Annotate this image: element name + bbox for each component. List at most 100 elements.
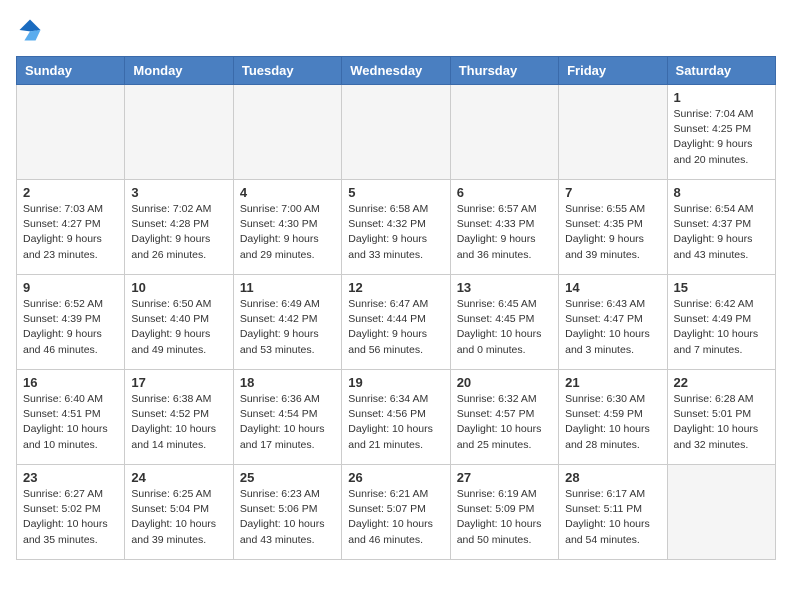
day-number: 6: [457, 185, 552, 200]
day-cell: 7Sunrise: 6:55 AM Sunset: 4:35 PM Daylig…: [559, 180, 667, 275]
day-number: 24: [131, 470, 226, 485]
day-number: 2: [23, 185, 118, 200]
day-number: 19: [348, 375, 443, 390]
day-cell: 5 Sunrise: 6:58 AM Sunset: 4:32 PM Daylig…: [342, 180, 450, 275]
day-number: 1: [674, 90, 769, 105]
day-cell: [342, 85, 450, 180]
day-info: Sunrise: 6:21 AM Sunset: 5:07 PM Dayligh…: [348, 487, 443, 548]
day-number: 23: [23, 470, 118, 485]
day-cell: 19 Sunrise: 6:34 AM Sunset: 4:56 PM Dayli…: [342, 370, 450, 465]
day-number: 11: [240, 280, 335, 295]
logo-icon: [16, 16, 44, 44]
col-header-sunday: Sunday: [17, 57, 125, 85]
day-cell: 26Sunrise: 6:21 AM Sunset: 5:07 PM Dayli…: [342, 465, 450, 560]
day-info: Sunrise: 7:04 AM Sunset: 4:25 PM Dayligh…: [674, 107, 769, 168]
day-cell: 13 Sunrise: 6:45 AM Sunset: 4:45 PM Dayli…: [450, 275, 558, 370]
day-info: Sunrise: 7:02 AM Sunset: 4:28 PM Dayligh…: [131, 202, 226, 263]
day-info: Sunrise: 6:32 AM Sunset: 4:57 PM Dayligh…: [457, 392, 552, 453]
day-info: Sunrise: 6:52 AM Sunset: 4:39 PM Dayligh…: [23, 297, 118, 358]
week-row-3: 9 Sunrise: 6:52 AM Sunset: 4:39 PM Daylig…: [17, 275, 776, 370]
day-info: Sunrise: 6:40 AM Sunset: 4:51 PM Dayligh…: [23, 392, 118, 453]
day-info: Sunrise: 6:28 AM Sunset: 5:01 PM Dayligh…: [674, 392, 769, 453]
day-number: 8: [674, 185, 769, 200]
day-cell: 18 Sunrise: 6:36 AM Sunset: 4:54 PM Dayli…: [233, 370, 341, 465]
calendar-header-row: SundayMondayTuesdayWednesdayThursdayFrid…: [17, 57, 776, 85]
day-cell: 16 Sunrise: 6:40 AM Sunset: 4:51 PM Dayli…: [17, 370, 125, 465]
day-cell: 25 Sunrise: 6:23 AM Sunset: 5:06 PM Dayli…: [233, 465, 341, 560]
col-header-wednesday: Wednesday: [342, 57, 450, 85]
day-info: Sunrise: 6:25 AM Sunset: 5:04 PM Dayligh…: [131, 487, 226, 548]
day-cell: 12 Sunrise: 6:47 AM Sunset: 4:44 PM Dayli…: [342, 275, 450, 370]
col-header-thursday: Thursday: [450, 57, 558, 85]
day-cell: 15 Sunrise: 6:42 AM Sunset: 4:49 PM Dayli…: [667, 275, 775, 370]
day-info: Sunrise: 6:47 AM Sunset: 4:44 PM Dayligh…: [348, 297, 443, 358]
day-info: Sunrise: 6:17 AM Sunset: 5:11 PM Dayligh…: [565, 487, 660, 548]
day-cell: 27 Sunrise: 6:19 AM Sunset: 5:09 PM Dayli…: [450, 465, 558, 560]
col-header-tuesday: Tuesday: [233, 57, 341, 85]
day-cell: 1 Sunrise: 7:04 AM Sunset: 4:25 PM Daylig…: [667, 85, 775, 180]
day-number: 20: [457, 375, 552, 390]
col-header-saturday: Saturday: [667, 57, 775, 85]
day-number: 4: [240, 185, 335, 200]
day-info: Sunrise: 6:42 AM Sunset: 4:49 PM Dayligh…: [674, 297, 769, 358]
day-number: 13: [457, 280, 552, 295]
day-number: 9: [23, 280, 118, 295]
day-cell: 21 Sunrise: 6:30 AM Sunset: 4:59 PM Dayli…: [559, 370, 667, 465]
day-number: 12: [348, 280, 443, 295]
day-cell: 3 Sunrise: 7:02 AM Sunset: 4:28 PM Daylig…: [125, 180, 233, 275]
day-number: 21: [565, 375, 660, 390]
day-info: Sunrise: 6:19 AM Sunset: 5:09 PM Dayligh…: [457, 487, 552, 548]
day-info: Sunrise: 7:03 AM Sunset: 4:27 PM Dayligh…: [23, 202, 118, 263]
day-cell: 14 Sunrise: 6:43 AM Sunset: 4:47 PM Dayli…: [559, 275, 667, 370]
day-number: 5: [348, 185, 443, 200]
day-info: Sunrise: 6:43 AM Sunset: 4:47 PM Dayligh…: [565, 297, 660, 358]
calendar-table: SundayMondayTuesdayWednesdayThursdayFrid…: [16, 56, 776, 560]
day-number: 7: [565, 185, 660, 200]
day-cell: 2 Sunrise: 7:03 AM Sunset: 4:27 PM Daylig…: [17, 180, 125, 275]
col-header-friday: Friday: [559, 57, 667, 85]
day-cell: 20 Sunrise: 6:32 AM Sunset: 4:57 PM Dayli…: [450, 370, 558, 465]
day-number: 28: [565, 470, 660, 485]
day-cell: [559, 85, 667, 180]
day-cell: 23Sunrise: 6:27 AM Sunset: 5:02 PM Dayli…: [17, 465, 125, 560]
day-cell: [233, 85, 341, 180]
day-cell: 28 Sunrise: 6:17 AM Sunset: 5:11 PM Dayli…: [559, 465, 667, 560]
logo: [16, 16, 48, 44]
page-header: [16, 16, 776, 44]
day-cell: [125, 85, 233, 180]
day-cell: [450, 85, 558, 180]
day-info: Sunrise: 6:23 AM Sunset: 5:06 PM Dayligh…: [240, 487, 335, 548]
day-cell: 9 Sunrise: 6:52 AM Sunset: 4:39 PM Daylig…: [17, 275, 125, 370]
day-number: 17: [131, 375, 226, 390]
day-info: Sunrise: 6:36 AM Sunset: 4:54 PM Dayligh…: [240, 392, 335, 453]
day-cell: [667, 465, 775, 560]
day-cell: 6 Sunrise: 6:57 AM Sunset: 4:33 PM Daylig…: [450, 180, 558, 275]
day-number: 22: [674, 375, 769, 390]
day-cell: 11 Sunrise: 6:49 AM Sunset: 4:42 PM Dayli…: [233, 275, 341, 370]
day-cell: 10 Sunrise: 6:50 AM Sunset: 4:40 PM Dayli…: [125, 275, 233, 370]
day-info: Sunrise: 7:00 AM Sunset: 4:30 PM Dayligh…: [240, 202, 335, 263]
day-cell: 8 Sunrise: 6:54 AM Sunset: 4:37 PM Daylig…: [667, 180, 775, 275]
day-info: Sunrise: 6:57 AM Sunset: 4:33 PM Dayligh…: [457, 202, 552, 263]
day-number: 16: [23, 375, 118, 390]
col-header-monday: Monday: [125, 57, 233, 85]
day-number: 18: [240, 375, 335, 390]
day-cell: 17Sunrise: 6:38 AM Sunset: 4:52 PM Dayli…: [125, 370, 233, 465]
day-number: 3: [131, 185, 226, 200]
day-number: 10: [131, 280, 226, 295]
day-number: 27: [457, 470, 552, 485]
day-cell: [17, 85, 125, 180]
day-info: Sunrise: 6:50 AM Sunset: 4:40 PM Dayligh…: [131, 297, 226, 358]
day-number: 14: [565, 280, 660, 295]
day-info: Sunrise: 6:49 AM Sunset: 4:42 PM Dayligh…: [240, 297, 335, 358]
day-info: Sunrise: 6:34 AM Sunset: 4:56 PM Dayligh…: [348, 392, 443, 453]
day-cell: 4 Sunrise: 7:00 AM Sunset: 4:30 PM Daylig…: [233, 180, 341, 275]
day-cell: 22 Sunrise: 6:28 AM Sunset: 5:01 PM Dayli…: [667, 370, 775, 465]
day-number: 15: [674, 280, 769, 295]
day-info: Sunrise: 6:45 AM Sunset: 4:45 PM Dayligh…: [457, 297, 552, 358]
day-info: Sunrise: 6:58 AM Sunset: 4:32 PM Dayligh…: [348, 202, 443, 263]
day-number: 25: [240, 470, 335, 485]
day-info: Sunrise: 6:54 AM Sunset: 4:37 PM Dayligh…: [674, 202, 769, 263]
day-info: Sunrise: 6:30 AM Sunset: 4:59 PM Dayligh…: [565, 392, 660, 453]
week-row-4: 16 Sunrise: 6:40 AM Sunset: 4:51 PM Dayli…: [17, 370, 776, 465]
